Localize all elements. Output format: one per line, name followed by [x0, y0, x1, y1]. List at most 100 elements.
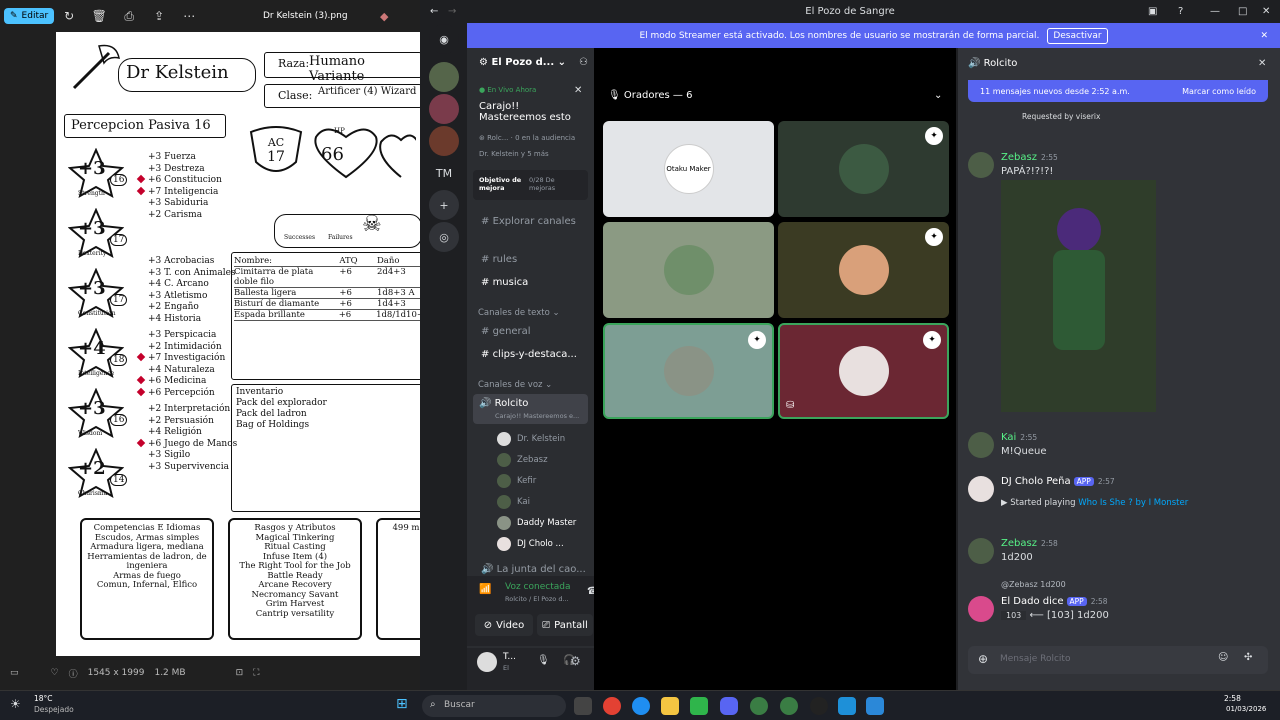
new-messages-bar[interactable]: 11 mensajes nuevos desde 2:52 a.m. Marcar…	[968, 80, 1268, 102]
song-link[interactable]: Who Is She ? by I Monster	[1078, 498, 1188, 508]
deactivate-button[interactable]: Desactivar	[1047, 27, 1108, 44]
fit-icon[interactable]: ⊡	[236, 668, 244, 678]
discord-home-icon[interactable]: ◉	[429, 24, 459, 54]
channel-rules[interactable]: # rules	[481, 254, 517, 265]
help-icon[interactable]: ?	[1178, 6, 1183, 17]
voice-location: Rolcito / El Pozo d...	[505, 595, 569, 603]
mic-icon[interactable]: 🎙	[537, 655, 550, 666]
chrome-profile-icon-2[interactable]	[780, 697, 798, 715]
chat-close-icon[interactable]: ✕	[1258, 58, 1266, 69]
category-text[interactable]: Canales de texto ⌄	[478, 308, 560, 318]
maximize-icon[interactable]: □	[1238, 6, 1247, 17]
category-voice[interactable]: Canales de voz ⌄	[478, 380, 552, 390]
boost-goal[interactable]: Objetivo de mejora 0/28 De mejoras	[473, 170, 588, 200]
back-icon[interactable]: ←	[430, 6, 438, 17]
speaker-tile-5[interactable]: ✦	[603, 323, 774, 419]
chrome-icon[interactable]	[603, 697, 621, 715]
server-icon-3[interactable]	[429, 126, 459, 156]
apps-icon[interactable]: ✣	[1244, 652, 1252, 663]
share-icon[interactable]: ⇪	[144, 9, 174, 23]
voice-connected-label[interactable]: Voz conectada	[505, 582, 570, 592]
print-icon[interactable]: ⎙	[114, 9, 144, 24]
banner-close-icon[interactable]: ✕	[1260, 31, 1268, 41]
inbox-icon[interactable]: ▣	[1148, 6, 1157, 17]
channel-musica[interactable]: # musica	[481, 277, 528, 288]
chrome-profile-icon[interactable]	[750, 697, 768, 715]
trait-item: Cantrip versatility	[255, 608, 335, 619]
add-server-icon[interactable]: +	[429, 190, 459, 220]
skill-row: +2 Carisma	[148, 209, 203, 220]
file-explorer-icon[interactable]	[661, 697, 679, 715]
fullscreen-icon[interactable]: ⛶	[253, 668, 259, 678]
filmstrip-icon[interactable]: ▭	[10, 668, 19, 678]
avatar[interactable]	[477, 652, 497, 672]
voice-user[interactable]: Daddy Master	[497, 516, 576, 530]
channel-junta[interactable]: 🔊 La junta del cao...	[481, 564, 586, 575]
window-title: El Pozo de Sangre	[805, 5, 895, 17]
app-icon-blue[interactable]	[838, 697, 856, 715]
attach-icon[interactable]: ⊕	[978, 652, 988, 666]
invite-icon[interactable]: ⚇	[579, 57, 588, 68]
server-name[interactable]: ⚙ El Pozo d... ⌄	[479, 57, 566, 68]
avatar	[497, 432, 511, 446]
minimize-icon[interactable]: —	[1210, 6, 1220, 17]
message-composer[interactable]: ⊕ Mensaje Rolcito ☺ ✣	[968, 646, 1268, 674]
explore-channels[interactable]: # Explorar canales	[481, 216, 576, 227]
speaker-tile-6[interactable]: ✦ ⛁	[778, 323, 949, 419]
ability-modifier: +3	[78, 158, 106, 179]
voice-user[interactable]: Dr. Kelstein	[497, 432, 565, 446]
screen-share-button[interactable]: ⎚ Pantall	[537, 614, 593, 636]
speaker-tile-3[interactable]	[603, 222, 774, 318]
event-meta: ⊛ Rolc... · 0 en la audiencia	[479, 134, 576, 142]
activity-icon: ✦	[925, 228, 943, 246]
event-title[interactable]: Carajo!! Mastereemos esto	[479, 101, 587, 123]
speaker-tile-2[interactable]: ✦	[778, 121, 949, 217]
speaker-tile-4[interactable]: ✦	[778, 222, 949, 318]
speaker-tile-1[interactable]: Otaku Maker	[603, 121, 774, 217]
video-button[interactable]: ⊘ Video	[475, 614, 533, 636]
weather-icon[interactable]: ☀	[10, 697, 21, 711]
voice-channel-rolcito[interactable]: 🔊 Rolcito Carajo!! Mastereemos e...	[473, 394, 588, 424]
collapse-icon[interactable]: ⌄	[934, 90, 942, 101]
class-label: Clase:	[278, 89, 313, 102]
start-icon[interactable]: ⊞	[396, 696, 408, 712]
discover-icon[interactable]: ◎	[429, 222, 459, 252]
notepad-icon[interactable]	[866, 697, 884, 715]
search-box[interactable]: ⌕ Buscar	[422, 695, 566, 717]
emoji-icon[interactable]: ☺	[1218, 652, 1228, 663]
successes-label: Successes	[284, 234, 316, 241]
server-tm[interactable]: TM	[429, 158, 459, 188]
weapon-row: Cimitarra de plata doble filo +6 2d4+3	[234, 267, 420, 288]
forward-icon[interactable]: →	[448, 6, 456, 17]
discord-window: ← → El Pozo de Sangre ▣ ? — □ ✕ El modo …	[420, 0, 1280, 690]
more-icon[interactable]: ⋯	[174, 9, 204, 23]
favorite-icon[interactable]: ♡	[51, 668, 59, 678]
app-icon-dark[interactable]	[810, 697, 828, 715]
info-icon[interactable]: ⓘ	[69, 667, 78, 680]
edge-icon[interactable]	[632, 697, 650, 715]
app-icon-green[interactable]	[690, 697, 708, 715]
voice-user[interactable]: Kai	[497, 495, 530, 509]
voice-user[interactable]: DJ Cholo ...	[497, 537, 564, 551]
message-image[interactable]	[1001, 180, 1156, 412]
rotate-icon[interactable]: ↻	[54, 9, 84, 23]
channel-clips[interactable]: # clips-y-destaca...	[481, 349, 577, 360]
edit-button[interactable]: ✎ Editar	[4, 8, 55, 24]
hit-points: 66	[321, 144, 344, 165]
skill-row: +3 Atletismo	[148, 290, 208, 301]
task-view-icon[interactable]	[574, 697, 592, 715]
channel-general[interactable]: # general	[481, 326, 531, 337]
inventory-item: Pack del explorador	[236, 398, 327, 408]
copilot-icon[interactable]: ◆	[380, 10, 388, 23]
voice-user[interactable]: Kefir	[497, 474, 536, 488]
discord-taskbar-icon[interactable]	[720, 697, 738, 715]
username[interactable]: T...	[503, 652, 516, 662]
server-icon-1[interactable]	[429, 62, 459, 92]
delete-icon[interactable]: 🗑	[84, 9, 114, 23]
event-close-icon[interactable]: ✕	[574, 85, 582, 96]
server-icon-2[interactable]	[429, 94, 459, 124]
close-icon[interactable]: ✕	[1262, 6, 1270, 17]
voice-user[interactable]: Zebasz	[497, 453, 548, 467]
settings-icon[interactable]: ⚙	[570, 654, 581, 668]
channel-sidebar: ⚙ El Pozo d... ⌄ ⚇ ● En Vivo Ahora ✕ Car…	[467, 48, 599, 690]
